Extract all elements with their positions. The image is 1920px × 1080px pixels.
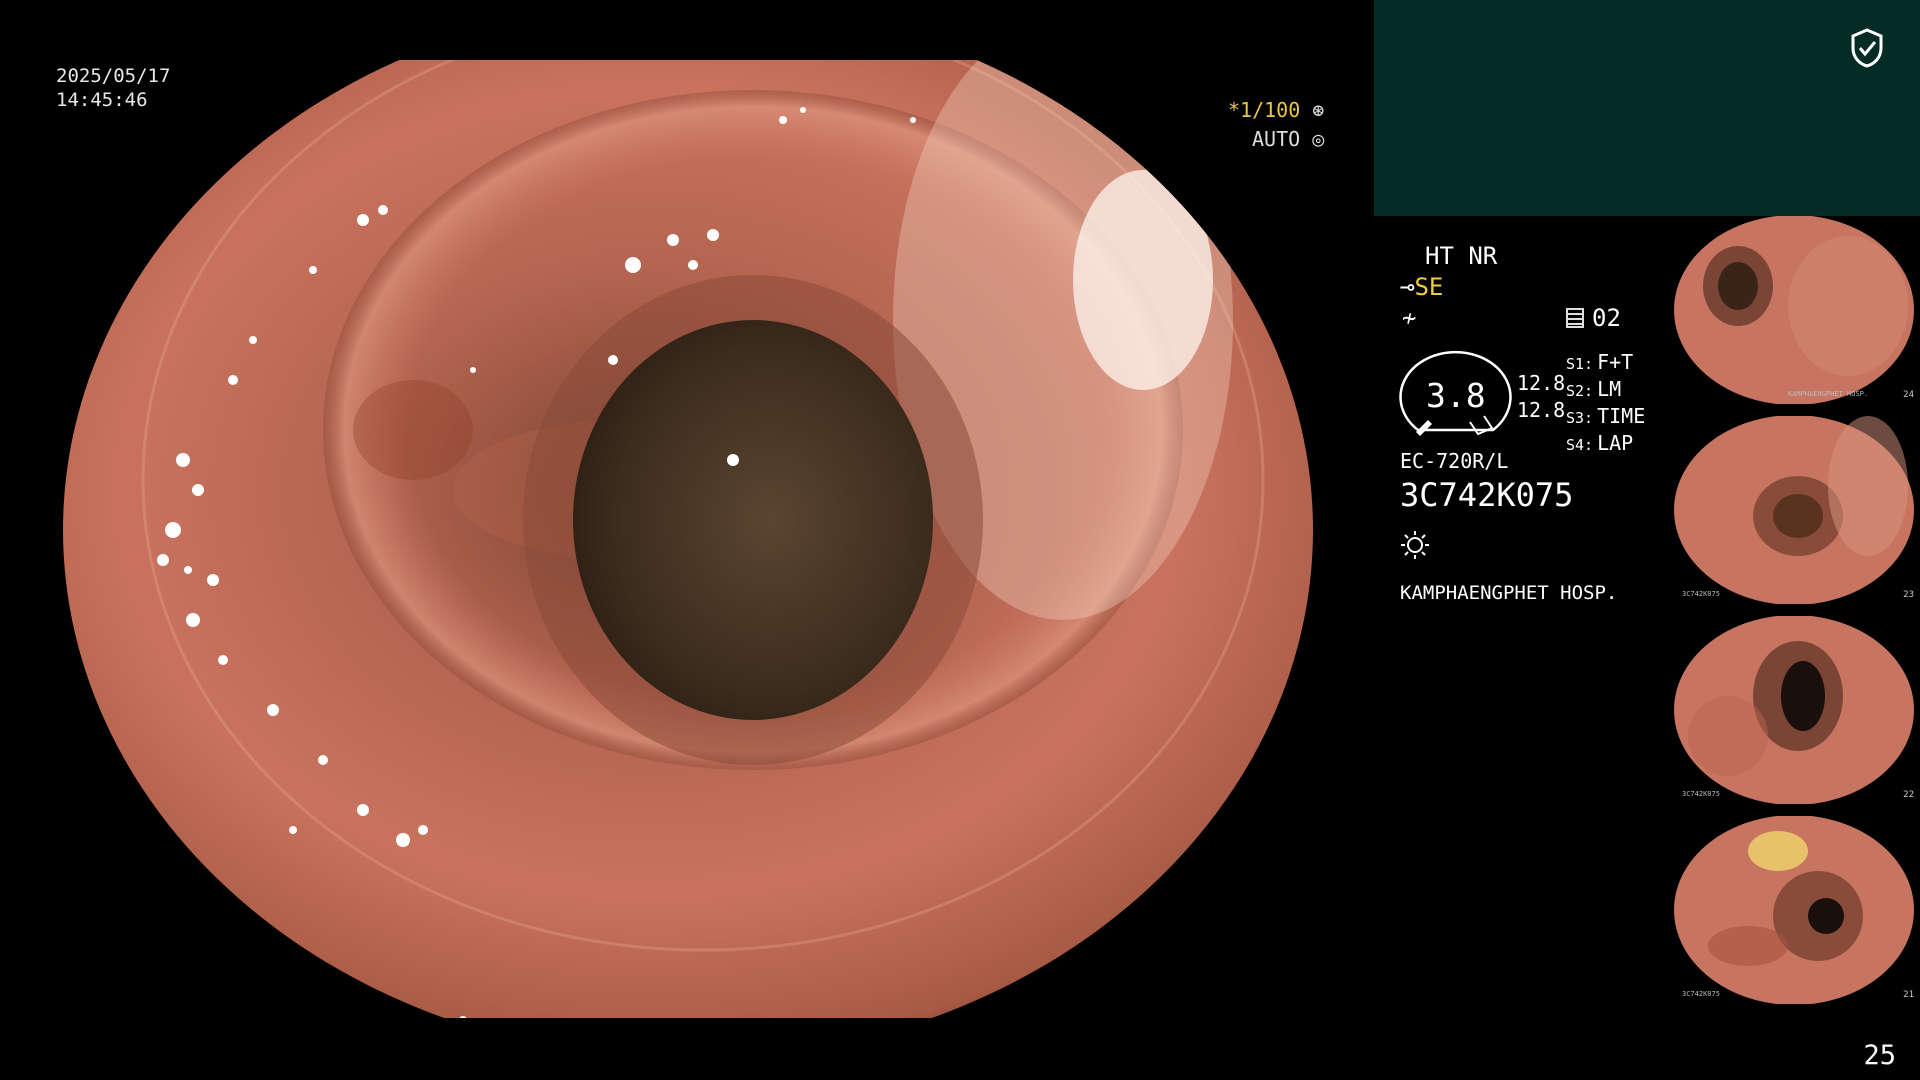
thumbnail-3[interactable]: 3C742K075 22 bbox=[1668, 616, 1920, 804]
thumbnail-1[interactable]: KAMPHAENGPHET HOSP. 24 bbox=[1668, 216, 1920, 404]
thumbnail-caption: 3C742K075 bbox=[1682, 990, 1720, 998]
switch-2: S2: LM bbox=[1566, 377, 1622, 401]
thumbnail-number: 23 bbox=[1903, 590, 1914, 600]
value-2: 12.8 bbox=[1517, 398, 1566, 422]
aperture-icon: ⊛ bbox=[1312, 98, 1325, 122]
switch-3: S3: TIME bbox=[1566, 404, 1646, 428]
thumbnail-2[interactable]: 3C742K075 23 bbox=[1668, 416, 1920, 604]
thumbnail-4[interactable]: 3C742K075 21 bbox=[1668, 816, 1920, 1004]
live-preview-panel bbox=[1374, 0, 1920, 216]
memory-icon bbox=[1566, 308, 1584, 328]
thumbnail-number: 22 bbox=[1903, 790, 1914, 800]
light-source-icon bbox=[1401, 531, 1429, 559]
scope-serial: 3C742K075 bbox=[1400, 476, 1574, 514]
mode-label: HT NR bbox=[1425, 242, 1498, 270]
page-number: 25 bbox=[1863, 1040, 1896, 1071]
memory-count: 02 bbox=[1592, 304, 1621, 332]
shutter-speed: *1/100 bbox=[1228, 98, 1301, 122]
switch-1: S1: F+T bbox=[1566, 350, 1634, 374]
iris-mode: AUTO bbox=[1252, 127, 1301, 151]
thumbnail-number: 24 bbox=[1903, 390, 1914, 400]
thumbnail-caption: KAMPHAENGPHET HOSP. bbox=[1788, 390, 1869, 398]
thumbnail-caption: 3C742K075 bbox=[1682, 590, 1720, 598]
switch-list: S1: F+T S2: LM S3: TIME S4: LAP bbox=[1566, 350, 1645, 458]
main-endoscope-view[interactable] bbox=[63, 60, 1313, 1018]
enhance-row: ⊸SE bbox=[1400, 273, 1443, 301]
thumbnail-number: 21 bbox=[1903, 990, 1914, 1000]
hospital-name: KAMPHAENGPHET HOSP. bbox=[1400, 582, 1618, 604]
value-1: 12.8 bbox=[1517, 371, 1566, 395]
enhance-symbol-icon: ⊸ bbox=[1400, 273, 1415, 301]
value-list: 12.8 12.8 bbox=[1517, 370, 1565, 424]
thumbnail-caption: 3C742K075 bbox=[1682, 790, 1720, 798]
iris-icon: ◎ bbox=[1312, 127, 1325, 151]
scope-model: EC-720R/L bbox=[1400, 449, 1509, 473]
freeze-symbol-icon: ≁ bbox=[1402, 304, 1417, 332]
endoscope-image bbox=[63, 60, 1313, 1018]
memory-row: 02 bbox=[1566, 304, 1621, 332]
iris-indicator: AUTO ◎ bbox=[1252, 127, 1324, 151]
gauge-value: 3.8 bbox=[1426, 376, 1486, 415]
enhance-label: SE bbox=[1414, 273, 1444, 301]
switch-4: S4: LAP bbox=[1566, 431, 1634, 455]
shield-check-icon[interactable] bbox=[1850, 28, 1884, 68]
